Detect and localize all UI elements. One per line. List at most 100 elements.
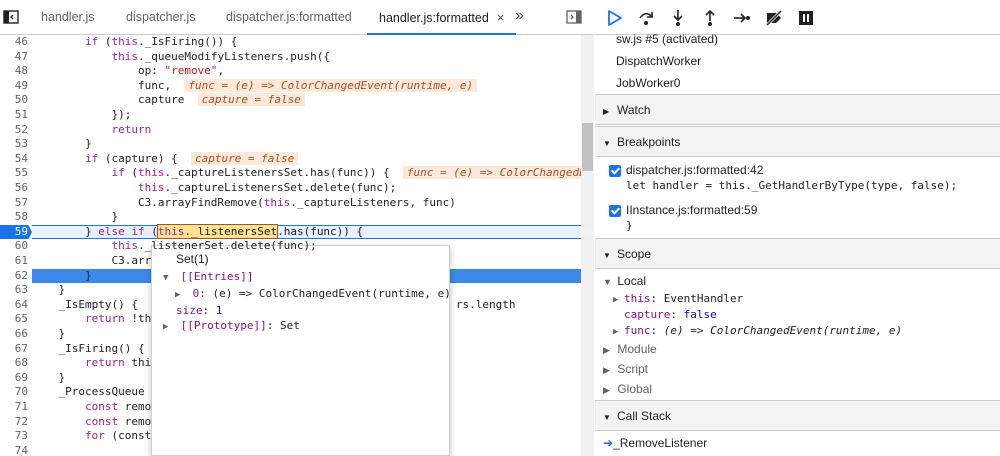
scrollbar-thumb[interactable]	[582, 123, 593, 171]
line-number[interactable]: 70	[0, 385, 28, 400]
code-content[interactable]: if (this._IsFiring()) { this._queueModif…	[32, 35, 581, 456]
tab-dispatcher-js-formatted[interactable]: dispatcher.js:formatted	[226, 0, 352, 35]
code-line[interactable]: const remo	[32, 415, 151, 430]
line-number[interactable]: 49	[0, 79, 28, 94]
thread-item[interactable]: DispatchWorker	[595, 50, 1000, 72]
line-number[interactable]: 56	[0, 181, 28, 196]
code-line[interactable]: }	[32, 283, 65, 298]
code-line[interactable]: this._listenerSet.delete(func);	[32, 239, 316, 254]
code-line[interactable]: _IsEmpty() { rs.length	[32, 298, 515, 313]
code-line[interactable]: for (const	[32, 429, 151, 444]
code-line[interactable]: op: "remove",	[32, 64, 224, 79]
code-line[interactable]: func, func = (e) => ColorChangedEvent(ru…	[32, 78, 478, 94]
toggle-debugger-sidebar-icon[interactable]	[566, 10, 582, 24]
line-number[interactable]: 57	[0, 196, 28, 211]
line-number[interactable]: 71	[0, 400, 28, 415]
code-line[interactable]: }	[32, 371, 65, 386]
line-number[interactable]: 64	[0, 298, 28, 313]
code-line[interactable]: this._captureListenersSet.delete(func);	[32, 181, 396, 196]
editor-scrollbar[interactable]	[581, 35, 594, 456]
thread-item[interactable]: sw.js #5 (activated)	[595, 28, 1000, 50]
line-number[interactable]: 65	[0, 312, 28, 327]
line-number[interactable]: 51	[0, 108, 28, 123]
more-tabs-icon[interactable]: »	[515, 7, 524, 25]
code-line[interactable]: _ProcessQueue	[32, 385, 144, 400]
line-number[interactable]: 50	[0, 93, 28, 108]
expand-triangle-icon[interactable]: ▶	[603, 362, 614, 378]
scope-section-header[interactable]: ▼ Scope	[595, 238, 1000, 269]
line-number[interactable]: 48	[0, 64, 28, 79]
expand-triangle-icon[interactable]: ▶	[603, 382, 614, 398]
toggle-navigator-icon[interactable]	[3, 9, 19, 25]
line-number[interactable]: 68	[0, 356, 28, 371]
code-line[interactable]: _IsFiring() {	[32, 342, 144, 357]
code-line[interactable]: });	[32, 108, 131, 123]
code-line[interactable]: if (this._captureListenersSet.has(func))…	[32, 166, 581, 181]
code-line[interactable]: return !th	[32, 312, 151, 327]
code-line[interactable]: if (this._IsFiring()) {	[32, 35, 237, 50]
collapse-triangle-icon[interactable]: ▼	[603, 274, 614, 290]
tab-handler-js-formatted[interactable]: handler.js:formatted ×	[367, 0, 517, 35]
code-line[interactable]: const remo	[32, 400, 151, 415]
breakpoint-checkbox[interactable]	[609, 205, 621, 217]
step-into-icon[interactable]	[669, 9, 687, 27]
code-line[interactable]: }	[32, 137, 92, 152]
line-number[interactable]: 73	[0, 429, 28, 444]
tab-dispatcher-js[interactable]: dispatcher.js	[126, 0, 195, 35]
line-number[interactable]: 47	[0, 50, 28, 65]
line-number[interactable]: 62	[0, 269, 28, 284]
code-line[interactable]: }	[32, 269, 92, 284]
code-line[interactable]: if (capture) { capture = false	[32, 151, 299, 167]
scope-global[interactable]: ▶ Global	[603, 381, 652, 397]
expand-triangle-icon[interactable]: ▶	[613, 324, 624, 340]
line-number[interactable]: 63	[0, 283, 28, 298]
line-number[interactable]: 67	[0, 342, 28, 357]
line-number[interactable]: 53	[0, 137, 28, 152]
close-tab-icon[interactable]: ×	[497, 10, 505, 25]
breakpoint-item[interactable]: IInstance.js:formatted:59 }	[609, 203, 999, 237]
scope-module[interactable]: ▶ Module	[603, 341, 657, 357]
line-number[interactable]: 55	[0, 166, 28, 181]
line-number[interactable]: 54	[0, 152, 28, 167]
code-line[interactable]: C3.arrayFindRemove(this._captureListener…	[32, 196, 456, 211]
breakpoint-checkbox[interactable]	[609, 165, 621, 177]
scope-script[interactable]: ▶ Script	[603, 361, 648, 377]
resume-icon[interactable]	[606, 9, 624, 27]
line-number[interactable]: 52	[0, 123, 28, 138]
code-line[interactable]: }	[32, 210, 118, 225]
scope-local[interactable]: ▼ Local	[603, 273, 646, 289]
line-number[interactable]: 61	[0, 254, 28, 269]
code-line[interactable]: return	[32, 123, 151, 138]
scope-this[interactable]: ▶ this: EventHandler	[613, 291, 743, 307]
watch-section-header[interactable]: ▶ Watch	[595, 94, 1000, 125]
line-number-gutter[interactable]: 46 47 48 49 50 51 52 53 54 55 56 57 58 59 60 61 62 63 64 65…	[0, 35, 32, 456]
breakpoints-section-header[interactable]: ▼ Breakpoints	[595, 126, 1000, 157]
line-number[interactable]: 72	[0, 415, 28, 430]
line-number[interactable]: 58	[0, 210, 28, 225]
expand-triangle-icon[interactable]: ▶	[613, 292, 624, 308]
call-stack-section-header[interactable]: ▼ Call Stack	[595, 400, 1000, 431]
pause-on-exceptions-icon[interactable]	[797, 9, 815, 27]
scope-func[interactable]: ▶ func: (e) => ColorChangedEvent(runtime,…	[613, 323, 902, 339]
step-over-icon[interactable]	[637, 9, 655, 27]
breakpoint-item[interactable]: dispatcher.js:formatted:42 let handler =…	[609, 163, 999, 197]
code-line[interactable]: }	[32, 327, 65, 342]
line-number[interactable]: 66	[0, 327, 28, 342]
deactivate-breakpoints-icon[interactable]	[765, 9, 783, 27]
code-line[interactable]: capture capture = false	[32, 93, 305, 108]
line-number[interactable]: 59	[0, 224, 32, 240]
expand-triangle-icon[interactable]: ▶	[603, 342, 614, 358]
step-icon[interactable]	[733, 9, 751, 27]
step-out-icon[interactable]	[701, 9, 719, 27]
code-line[interactable]: return thi	[32, 356, 151, 371]
line-number[interactable]: 69	[0, 371, 28, 386]
code-line[interactable]: C3.arr	[32, 254, 151, 269]
code-line[interactable]: } else if (this._listenersSet.has(func))…	[32, 223, 363, 240]
line-number[interactable]: 60	[0, 239, 28, 254]
tab-handler-js[interactable]: handler.js	[41, 0, 95, 35]
line-number[interactable]: 74	[0, 444, 28, 456]
thread-item[interactable]: JobWorker0	[595, 72, 1000, 94]
call-frame[interactable]: ➔_RemoveListener	[595, 433, 1000, 453]
code-line[interactable]: this._queueModifyListeners.push({	[32, 50, 330, 65]
line-number[interactable]: 46	[0, 35, 28, 50]
